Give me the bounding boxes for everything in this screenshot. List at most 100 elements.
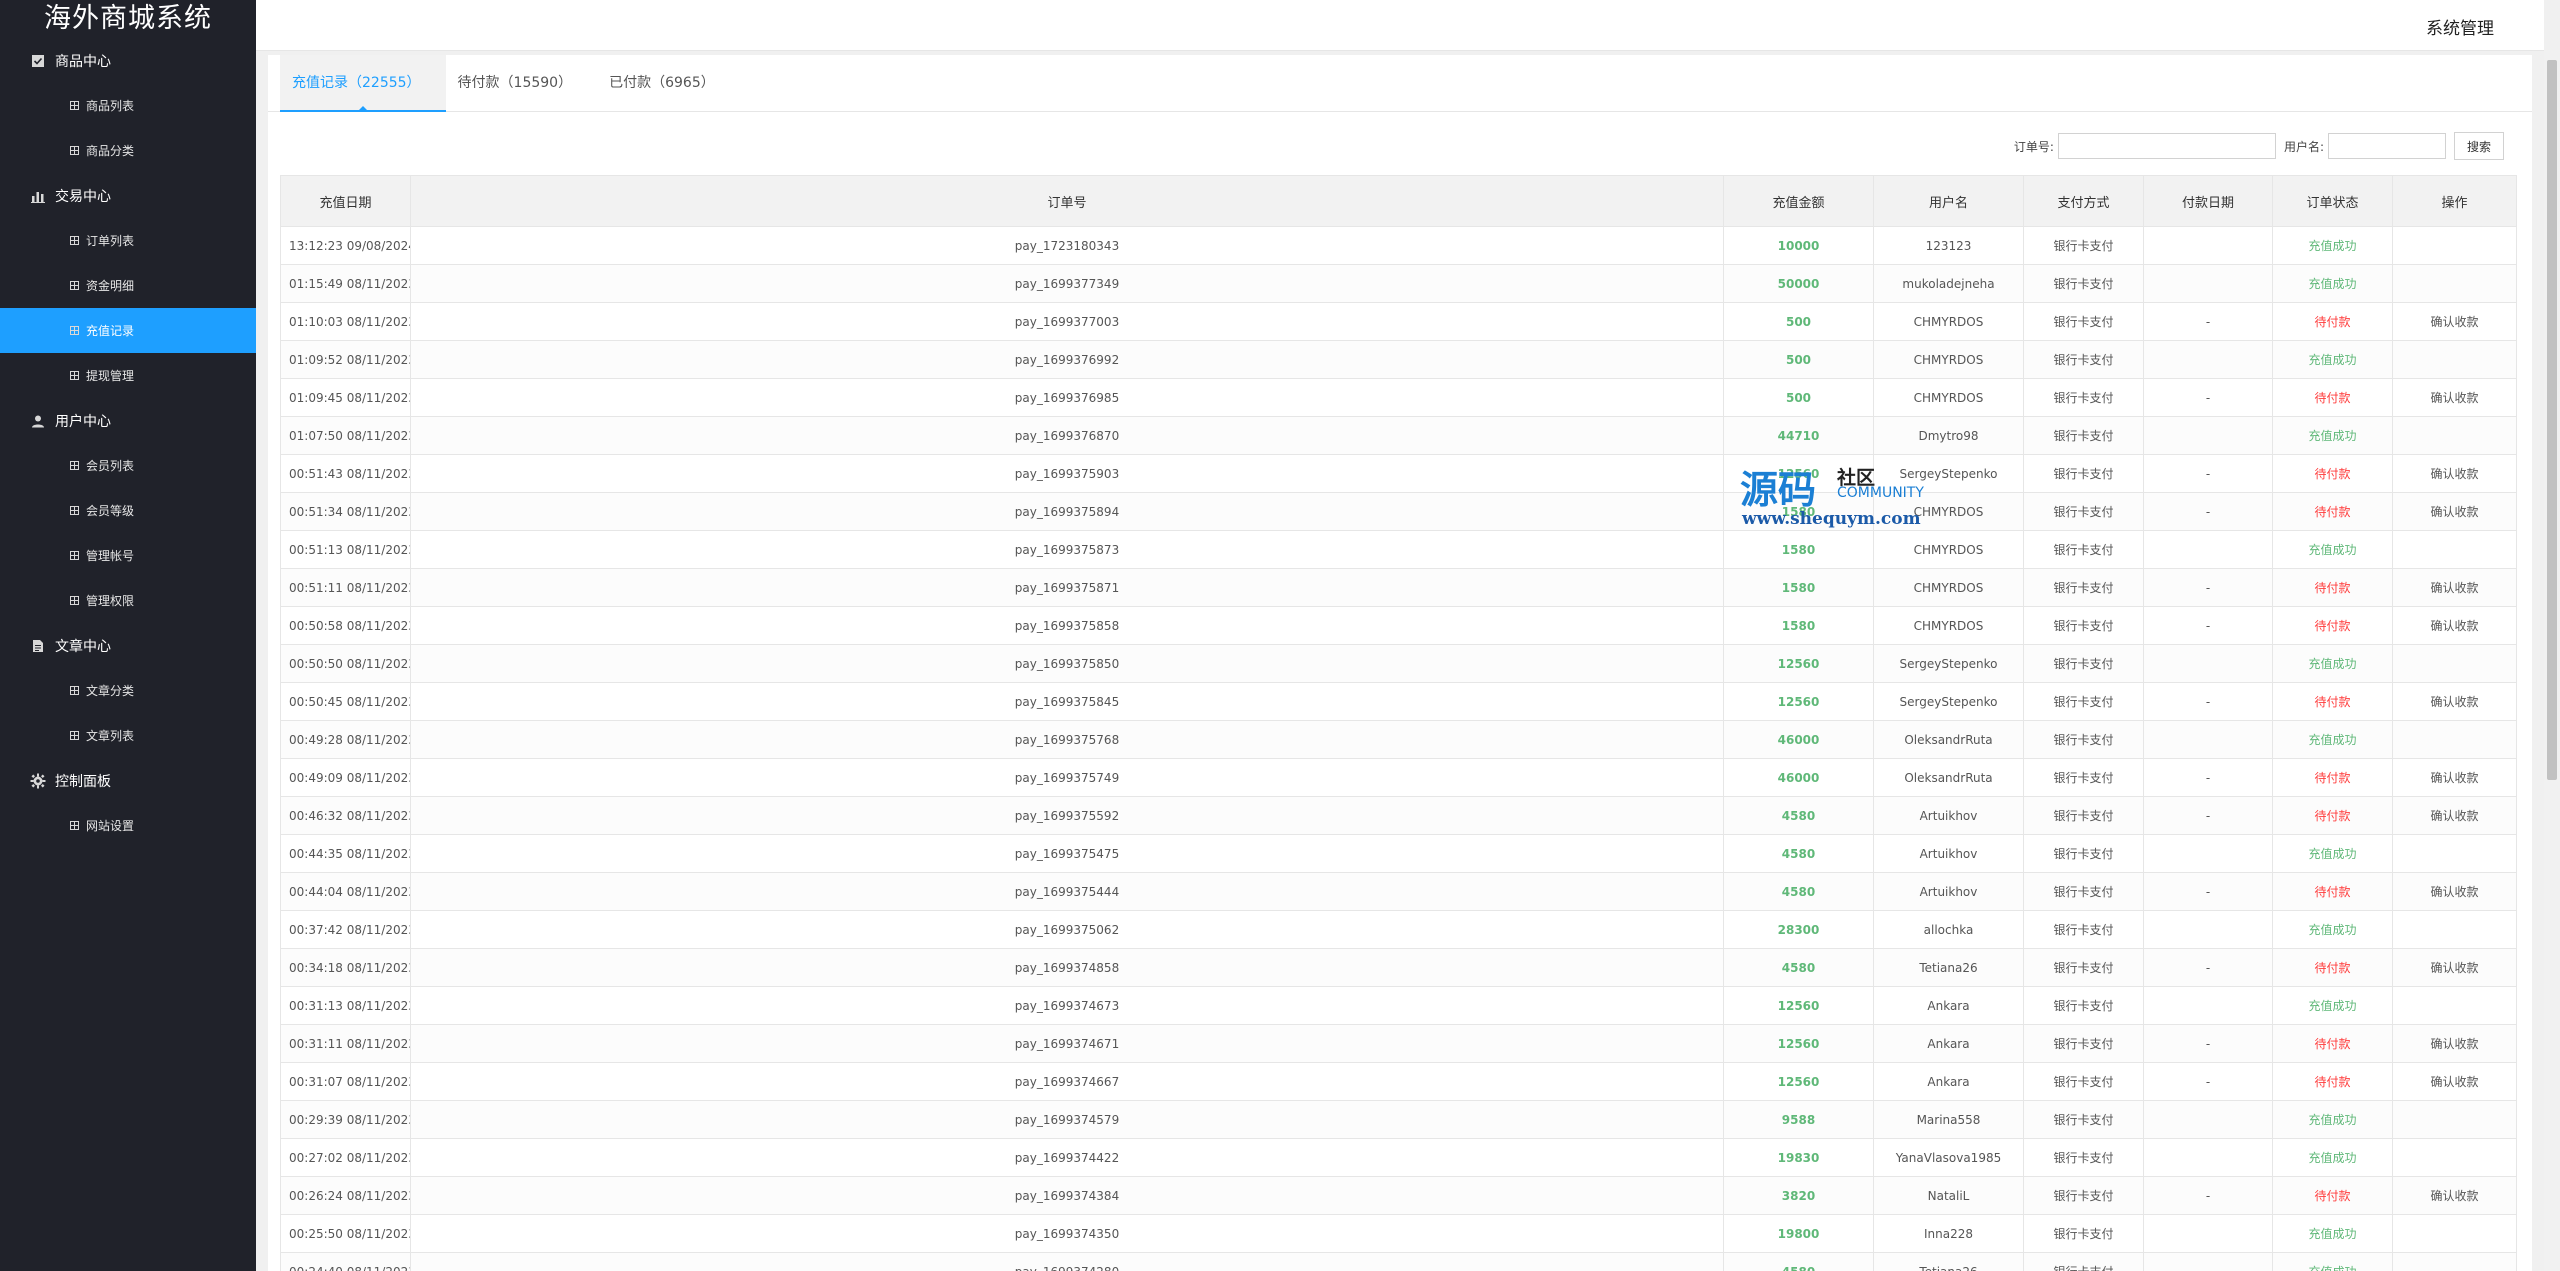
sidebar-item[interactable]: 商品列表: [0, 83, 256, 128]
cell-order-status: 待付款: [2272, 948, 2393, 987]
sidebar-group-label: 商品中心: [55, 53, 111, 70]
cell-action[interactable]: 确认收款: [2392, 1062, 2517, 1101]
cell-action[interactable]: 确认收款: [2392, 682, 2517, 721]
sidebar-item-label: 商品列表: [86, 99, 135, 113]
cell-order-status: 充值成功: [2272, 986, 2393, 1025]
sidebar-item[interactable]: 会员等级: [0, 488, 256, 533]
sidebar-item[interactable]: 网站设置: [0, 803, 256, 848]
order-number-label: 订单号:: [2013, 139, 2054, 154]
tab-pending-payment[interactable]: 待付款（15590）: [446, 55, 598, 111]
cell-order-status: 待付款: [2272, 796, 2393, 835]
tab-recharge-records[interactable]: 充值记录（22555）: [280, 55, 446, 112]
sidebar-item[interactable]: 充值记录: [0, 308, 256, 353]
table-row: 00:44:04 08/11/2023 pay_1699375444 4580 Art…: [280, 872, 2517, 911]
sidebar-item-label: 提现管理: [86, 369, 135, 383]
cell-recharge-date: 00:44:04 08/11/2023: [280, 872, 411, 911]
cell-action[interactable]: 确认收款: [2392, 758, 2517, 797]
cell-username: OleksandrRuta: [1873, 758, 2024, 797]
cell-action[interactable]: 确认收款: [2392, 378, 2517, 417]
sidebar-item[interactable]: 管理帐号: [0, 533, 256, 578]
cell-action: [2392, 1214, 2517, 1253]
page-scrollbar[interactable]: [2544, 50, 2560, 1271]
cell-order-number: pay_1699375749: [410, 758, 1724, 797]
cell-order-number: pay_1699375850: [410, 644, 1724, 683]
sidebar-item[interactable]: 文章分类: [0, 668, 256, 713]
cell-payment-method: 银行卡支付: [2023, 796, 2144, 835]
cell-amount: 9588: [1723, 1100, 1874, 1139]
cell-action[interactable]: 确认收款: [2392, 796, 2517, 835]
sidebar-item-label: 文章列表: [86, 729, 135, 743]
cell-username: CHMYRDOS: [1873, 302, 2024, 341]
search-button[interactable]: 搜索: [2454, 132, 2504, 160]
table-row: 00:51:13 08/11/2023 pay_1699375873 1580 CHM…: [280, 530, 2517, 569]
cell-order-status: 待付款: [2272, 492, 2393, 531]
table-row: 00:51:11 08/11/2023 pay_1699375871 1580 CHM…: [280, 568, 2517, 607]
cell-payment-method: 银行卡支付: [2023, 1176, 2144, 1215]
cell-action[interactable]: 确认收款: [2392, 1176, 2517, 1215]
cell-payment-date: -: [2143, 568, 2273, 607]
cell-action[interactable]: 确认收款: [2392, 872, 2517, 911]
cell-recharge-date: 00:31:13 08/11/2023: [280, 986, 411, 1025]
cell-action[interactable]: 确认收款: [2392, 454, 2517, 493]
tab-paid[interactable]: 已付款（6965）: [597, 55, 740, 111]
cell-order-status: 充值成功: [2272, 1252, 2393, 1271]
cell-action: [2392, 340, 2517, 379]
cell-order-number: pay_1699376985: [410, 378, 1724, 417]
cell-action[interactable]: 确认收款: [2392, 948, 2517, 987]
cell-order-number: pay_1699374858: [410, 948, 1724, 987]
cell-action[interactable]: 确认收款: [2392, 302, 2517, 341]
sidebar-group-4[interactable]: 控制面板: [0, 758, 256, 803]
table-row: 00:27:02 08/11/2023 pay_1699374422 19830 Ya…: [280, 1138, 2517, 1177]
cell-order-status: 待付款: [2272, 682, 2393, 721]
cell-payment-method: 银行卡支付: [2023, 986, 2144, 1025]
cell-amount: 12560: [1723, 1062, 1874, 1101]
grid-square-icon: [70, 821, 79, 830]
cell-amount: 12560: [1723, 986, 1874, 1025]
cell-action[interactable]: 确认收款: [2392, 1024, 2517, 1063]
cell-recharge-date: 00:31:11 08/11/2023: [280, 1024, 411, 1063]
cell-action[interactable]: 确认收款: [2392, 606, 2517, 645]
sidebar-item[interactable]: 订单列表: [0, 218, 256, 263]
cell-amount: 4580: [1723, 872, 1874, 911]
table-row: 01:10:03 08/11/2023 pay_1699377003 500 CHMY…: [280, 302, 2517, 341]
cell-recharge-date: 00:51:43 08/11/2023: [280, 454, 411, 493]
sidebar-item[interactable]: 会员列表: [0, 443, 256, 488]
cell-payment-method: 银行卡支付: [2023, 1100, 2144, 1139]
sidebar-group-0[interactable]: 商品中心: [0, 38, 256, 83]
sidebar-item[interactable]: 商品分类: [0, 128, 256, 173]
cell-username: NataliL: [1873, 1176, 2024, 1215]
cell-action[interactable]: 确认收款: [2392, 492, 2517, 531]
table-header-row: 充值日期 订单号 充值金额 用户名 支付方式 付款日期 订单状态 操作: [280, 175, 2517, 227]
cell-username: Dmytro98: [1873, 416, 2024, 455]
sidebar-item[interactable]: 管理权限: [0, 578, 256, 623]
cell-payment-date: [2143, 1100, 2273, 1139]
sidebar-group-1[interactable]: 交易中心: [0, 173, 256, 218]
table-row: 00:46:32 08/11/2023 pay_1699375592 4580 Art…: [280, 796, 2517, 835]
order-number-input[interactable]: [2057, 133, 2276, 159]
sidebar-item[interactable]: 文章列表: [0, 713, 256, 758]
cell-recharge-date: 01:09:45 08/11/2023: [280, 378, 411, 417]
cell-username: SergeyStepenko: [1873, 644, 2024, 683]
cell-payment-method: 银行卡支付: [2023, 606, 2144, 645]
sidebar-item[interactable]: 资金明细: [0, 263, 256, 308]
cell-username: Inna228: [1873, 1214, 2024, 1253]
scrollbar-thumb[interactable]: [2547, 60, 2557, 780]
grid-square-icon: [70, 326, 79, 335]
sidebar-group-3[interactable]: 文章中心: [0, 623, 256, 668]
cell-payment-date: [2143, 1138, 2273, 1177]
system-admin-menu[interactable]: 系统管理: [2426, 14, 2494, 39]
cell-amount: 46000: [1723, 758, 1874, 797]
cell-action[interactable]: 确认收款: [2392, 568, 2517, 607]
sidebar-item[interactable]: 提现管理: [0, 353, 256, 398]
sidebar-group-label: 用户中心: [55, 413, 111, 430]
cell-order-number: pay_1699375903: [410, 454, 1724, 493]
sidebar-item-label: 网站设置: [86, 819, 135, 833]
col-header-actions: 操作: [2392, 175, 2517, 227]
cell-amount: 500: [1723, 378, 1874, 417]
cell-action: [2392, 644, 2517, 683]
sidebar-nav: 商品中心商品列表商品分类 交易中心 订单列表 资金明细 充值记录提现管理用户中心会员列表…: [0, 38, 256, 848]
table-row: 01:09:52 08/11/2023 pay_1699376992 500 CHMY…: [280, 340, 2517, 379]
sidebar-group-2[interactable]: 用户中心: [0, 398, 256, 443]
username-input[interactable]: [2328, 133, 2446, 159]
cell-payment-method: 银行卡支付: [2023, 492, 2144, 531]
